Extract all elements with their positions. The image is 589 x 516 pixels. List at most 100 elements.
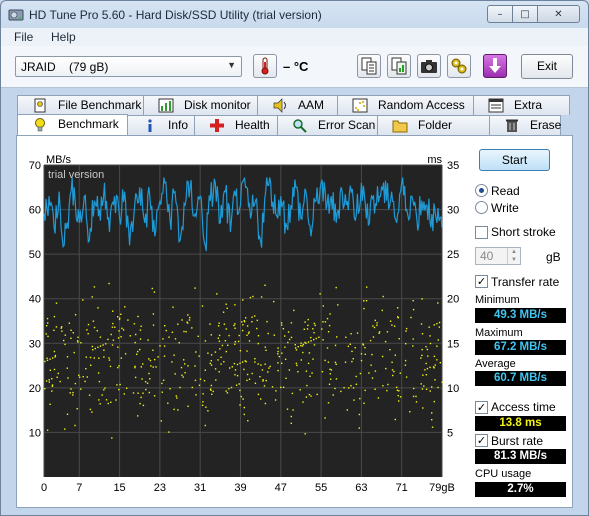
access-time-point <box>360 353 363 355</box>
access-time-point <box>330 378 332 380</box>
write-radio[interactable] <box>475 201 488 214</box>
menu-help[interactable]: Help <box>51 30 76 44</box>
drive-select[interactable]: JRAID (79 gB) ▼ <box>15 56 242 77</box>
access-time-point <box>137 415 139 417</box>
access-time-point <box>413 387 415 390</box>
copy-text-button[interactable] <box>357 54 381 78</box>
tab-erase[interactable]: Erase <box>489 115 561 135</box>
maximum-label: Maximum <box>475 327 523 339</box>
tab-folder-usage[interactable]: Folder Usage <box>377 115 490 150</box>
access-time-point <box>93 286 96 288</box>
access-time-point <box>164 325 166 327</box>
tab-extra-tests[interactable]: Extra tests <box>473 95 570 130</box>
access-time-point <box>226 307 228 309</box>
y-right-tick-label: 30 <box>447 205 459 217</box>
menu-file[interactable]: File <box>14 30 33 44</box>
access-time-point <box>194 379 197 382</box>
access-time-point <box>431 426 434 428</box>
access-time-point <box>265 349 267 351</box>
tab-error-scan[interactable]: Error Scan <box>277 115 378 135</box>
tab-label: Info <box>168 118 189 132</box>
access-time-point <box>247 332 250 335</box>
tab-random-access[interactable]: Random Access <box>337 95 474 115</box>
access-time-point <box>59 380 61 383</box>
temperature-button[interactable] <box>253 54 277 78</box>
access-time-point <box>424 369 426 371</box>
access-time-point <box>162 379 165 381</box>
access-time-point <box>359 397 361 400</box>
window-title: HD Tune Pro 5.60 - Hard Disk/SSD Utility… <box>29 8 322 22</box>
short-stroke-checkbox[interactable] <box>475 226 488 239</box>
short-stroke-spinner[interactable]: ▲ ▼ <box>507 248 520 264</box>
access-time-point <box>364 347 366 349</box>
access-time-point <box>351 360 353 363</box>
access-time-point <box>422 374 424 376</box>
access-time-point <box>326 317 329 320</box>
transfer-rate-checkbox[interactable]: ✓ <box>475 275 488 288</box>
access-time-point <box>66 356 69 358</box>
access-time-point <box>275 390 277 392</box>
start-button[interactable]: Start <box>479 149 550 171</box>
tab-aam[interactable]: AAM <box>257 95 338 115</box>
tab-file-benchmark[interactable]: File Benchmark <box>17 95 144 115</box>
access-time-point <box>149 359 152 362</box>
access-time-point <box>148 358 150 360</box>
title-bar[interactable]: HD Tune Pro 5.60 - Hard Disk/SSD Utility… <box>1 1 588 29</box>
access-time-point <box>153 395 156 397</box>
access-time-point <box>373 326 376 329</box>
access-time-point <box>384 340 387 343</box>
trash-icon <box>506 119 518 132</box>
access-time-point <box>210 389 212 391</box>
access-time-point <box>324 417 326 419</box>
screenshot-button[interactable] <box>417 54 441 78</box>
access-time-point <box>358 413 361 416</box>
x-tick-label: 79gB <box>429 482 455 494</box>
access-time-point <box>266 320 268 323</box>
access-time-point <box>278 355 280 358</box>
access-time-point <box>177 409 179 411</box>
access-time-point <box>48 381 50 383</box>
access-time-point <box>73 351 75 354</box>
access-time-point <box>261 369 264 371</box>
access-time-point <box>439 362 441 364</box>
minimize-button[interactable]: – <box>487 5 513 23</box>
tab-disk-monitor[interactable]: Disk monitor <box>143 95 258 115</box>
burst-rate-checkbox[interactable]: ✓ <box>475 434 488 447</box>
options-button[interactable] <box>447 54 471 78</box>
access-time-point <box>246 350 248 352</box>
access-time-point <box>425 346 427 348</box>
access-time-point <box>426 367 429 370</box>
access-time-point <box>310 336 312 339</box>
copy-report-button[interactable] <box>387 54 411 78</box>
access-time-checkbox[interactable]: ✓ <box>475 401 488 414</box>
access-time-point <box>171 331 174 333</box>
tab-health[interactable]: Health <box>194 115 278 135</box>
access-time-point <box>282 328 285 330</box>
access-time-point <box>119 383 121 386</box>
access-time-point <box>89 408 92 411</box>
access-time-point <box>114 326 116 328</box>
tab-info[interactable]: Info <box>127 115 195 135</box>
read-radio[interactable] <box>475 184 488 197</box>
y-right-tick-label: 10 <box>447 383 459 395</box>
tab-benchmark[interactable]: Benchmark <box>17 114 128 136</box>
copy-report-icon <box>391 57 407 75</box>
access-time-point <box>87 333 89 335</box>
access-time-point <box>405 343 407 345</box>
download-arrow-icon <box>489 58 501 73</box>
save-button[interactable] <box>483 54 507 78</box>
exit-button[interactable]: Exit <box>521 54 573 79</box>
close-button[interactable]: ✕ <box>537 5 580 23</box>
access-time-point <box>96 330 98 332</box>
access-time-point <box>378 332 380 334</box>
x-tick-label: 0 <box>41 482 47 494</box>
access-time-point <box>91 345 94 348</box>
access-time-label: Access time <box>491 400 556 414</box>
access-time-point <box>55 326 58 328</box>
access-time-point <box>207 352 209 354</box>
maximum-value: 67.2 MB/s <box>475 340 566 355</box>
maximize-button[interactable]: □ <box>512 5 538 23</box>
access-time-point <box>311 372 313 374</box>
access-time-point <box>167 402 169 404</box>
access-time-point <box>103 389 105 391</box>
